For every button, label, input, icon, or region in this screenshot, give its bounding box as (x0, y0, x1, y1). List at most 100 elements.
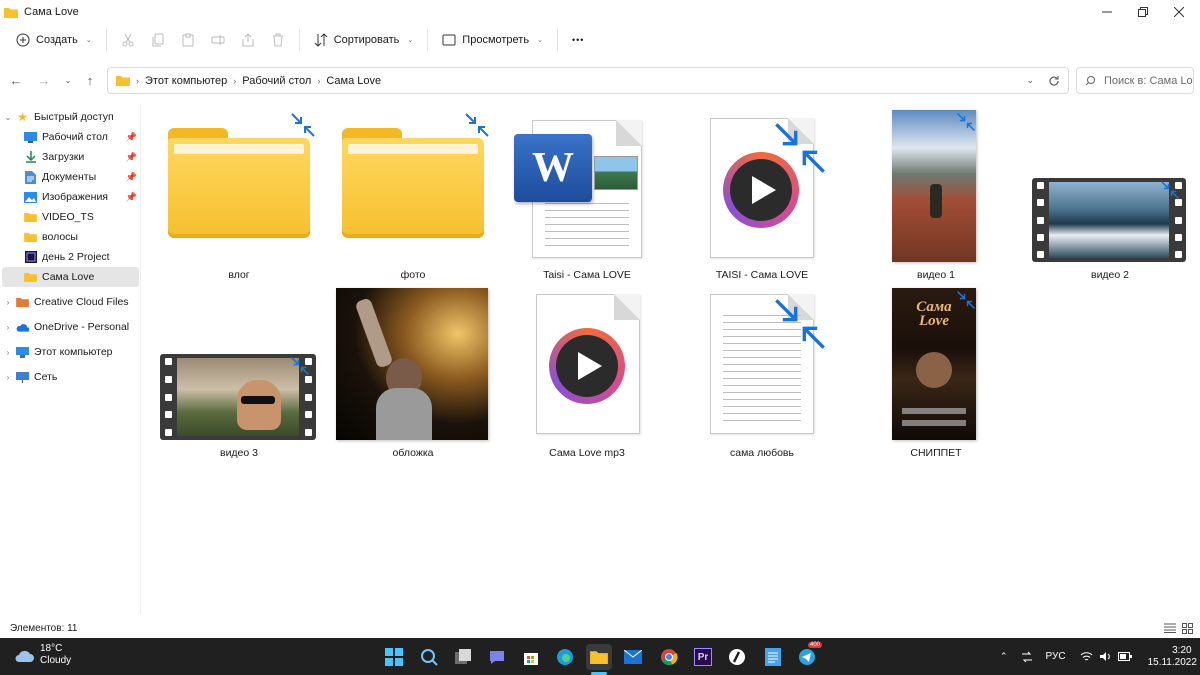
chevron-down-icon[interactable]: ⌄ (2, 113, 14, 122)
sidebar-item-this-pc[interactable]: › Этот компьютер (2, 342, 139, 362)
chat-button[interactable] (484, 644, 510, 670)
folder-icon (342, 128, 484, 238)
sidebar-item-quick-access[interactable]: ⌄ ★ Быстрый доступ (2, 107, 139, 127)
file-explorer-button[interactable] (586, 644, 612, 670)
paste-button[interactable] (173, 27, 203, 53)
volume-icon[interactable] (1099, 651, 1112, 662)
file-tile[interactable] (168, 112, 315, 252)
maximize-button[interactable] (1124, 0, 1162, 24)
sidebar-item-creative-cloud[interactable]: › Creative Cloud Files (2, 292, 139, 312)
search-input[interactable]: Поиск в: Сама Love (1076, 67, 1194, 94)
file-tile[interactable]: W (514, 116, 644, 260)
store-button[interactable] (518, 644, 544, 670)
start-button[interactable] (381, 644, 407, 670)
clock-time: 3:20 (1172, 644, 1192, 656)
sidebar-item-sama-love[interactable]: Сама Love (2, 267, 139, 287)
sidebar-item-onedrive[interactable]: › OneDrive - Personal (2, 317, 139, 337)
file-name[interactable]: СНИППЕТ (846, 447, 1026, 459)
file-name[interactable]: TAISI - Сама LOVE (672, 269, 852, 281)
chevron-right-icon[interactable]: › (2, 373, 14, 382)
file-tile[interactable] (334, 288, 490, 442)
windows-icon (385, 648, 403, 666)
chevron-right-icon[interactable]: › (2, 298, 14, 307)
file-name[interactable]: видео 2 (1020, 269, 1200, 281)
breadcrumb-current[interactable]: Сама Love (326, 75, 381, 87)
taskbar-search-button[interactable] (416, 644, 442, 670)
edge-icon (557, 649, 573, 665)
sidebar-item-video-ts[interactable]: VIDEO_TS (2, 207, 139, 227)
back-button[interactable]: ← (6, 70, 26, 90)
breadcrumb-separator-icon: › (233, 75, 237, 86)
sidebar-item-pictures[interactable]: Изображения 📌 (2, 187, 139, 207)
breadcrumb-this-pc[interactable]: Этот компьютер (145, 75, 227, 87)
language-indicator[interactable]: РУС (1046, 651, 1066, 662)
share-button[interactable] (233, 27, 263, 53)
address-bar[interactable]: › Этот компьютер › Рабочий стол › Сама L… (107, 67, 1069, 94)
delete-button[interactable] (263, 27, 293, 53)
task-view-icon (455, 649, 471, 664)
sidebar-item-day2-project[interactable]: день 2 Project (2, 247, 139, 267)
file-name[interactable]: влог (149, 269, 329, 281)
forward-button[interactable]: → (34, 70, 54, 90)
chevron-right-icon[interactable]: › (2, 323, 14, 332)
task-view-button[interactable] (450, 644, 476, 670)
minimize-button[interactable] (1088, 0, 1126, 24)
large-icons-view-icon[interactable] (1182, 622, 1193, 634)
file-name[interactable]: обложка (323, 447, 503, 459)
address-dropdown-icon[interactable]: ⌄ (1026, 75, 1034, 86)
refresh-icon[interactable] (1048, 75, 1060, 87)
chevron-right-icon[interactable]: › (2, 348, 14, 357)
cut-button[interactable] (113, 27, 143, 53)
ime-switch-icon[interactable] (1020, 651, 1034, 663)
create-button[interactable]: Создать ⌄ (8, 27, 100, 53)
weather-condition: Cloudy (40, 655, 72, 666)
copy-button[interactable] (143, 27, 173, 53)
file-tile[interactable] (534, 294, 644, 438)
file-tile[interactable] (708, 118, 832, 260)
notepad-button[interactable] (760, 644, 786, 670)
pin-icon: 📌 (125, 151, 137, 162)
mail-button[interactable] (620, 644, 646, 670)
telegram-button[interactable]: 400 (794, 642, 823, 670)
tiktok-app-button[interactable] (724, 644, 750, 670)
details-view-icon[interactable] (1164, 623, 1176, 633)
recent-locations-button[interactable]: ⌄ (58, 70, 78, 90)
battery-icon[interactable] (1117, 652, 1132, 661)
file-name[interactable]: Сама Love mp3 (497, 447, 677, 459)
file-name[interactable]: видео 1 (846, 269, 1026, 281)
more-options-button[interactable]: ••• (564, 27, 592, 53)
file-name[interactable]: сама любовь (672, 447, 852, 459)
status-bar: Элементов: 11 (0, 618, 1200, 638)
wifi-icon[interactable] (1080, 651, 1093, 662)
file-name[interactable]: видео 3 (149, 447, 329, 459)
file-name[interactable]: фото (323, 269, 503, 281)
view-button[interactable]: Просмотреть ⌄ (434, 27, 551, 53)
sidebar-item-network[interactable]: › Сеть (2, 367, 139, 387)
premiere-button[interactable]: Pr (690, 644, 716, 670)
clock[interactable]: 3:20 15.11.2022 (1148, 644, 1197, 669)
weather-widget[interactable]: 18°C Cloudy (14, 643, 71, 667)
pin-icon: 📌 (125, 171, 137, 182)
chrome-button[interactable] (656, 644, 682, 670)
sort-button[interactable]: Сортировать ⌄ (306, 27, 422, 53)
sidebar-item-desktop[interactable]: Рабочий стол 📌 (2, 127, 139, 147)
close-button[interactable] (1160, 0, 1198, 24)
sidebar-item-downloads[interactable]: Загрузки 📌 (2, 147, 139, 167)
rename-button[interactable] (203, 27, 233, 53)
file-name[interactable]: Taisi - Сама LOVE (497, 269, 677, 281)
show-hidden-icons-icon[interactable]: ⌃ (1000, 651, 1008, 662)
file-tile[interactable] (708, 294, 832, 438)
breadcrumb-desktop[interactable]: Рабочий стол (242, 75, 311, 87)
file-tile[interactable] (1032, 178, 1186, 264)
sidebar-item-hair[interactable]: волосы (2, 227, 139, 247)
restore-icon (1138, 7, 1148, 17)
toolbar-divider (298, 29, 300, 51)
up-button[interactable]: ↑ (80, 70, 100, 90)
file-tile[interactable]: Сама Love (890, 288, 980, 442)
file-tile[interactable] (342, 112, 489, 252)
sidebar-item-documents[interactable]: Документы 📌 (2, 167, 139, 187)
edge-button[interactable] (552, 644, 578, 670)
file-tile[interactable] (160, 354, 316, 442)
file-tile[interactable] (890, 110, 980, 264)
title-bar: Сама Love (0, 0, 1200, 24)
